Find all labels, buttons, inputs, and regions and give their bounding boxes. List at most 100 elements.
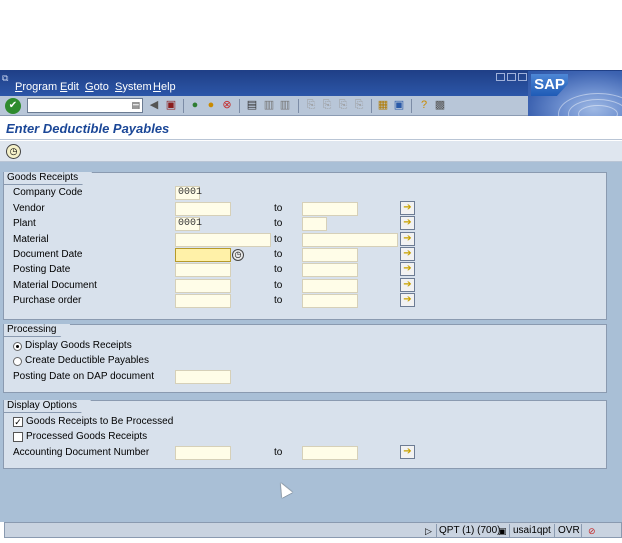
company-code-label: Company Code — [13, 187, 83, 198]
display-options-legend: Display Options — [4, 400, 91, 413]
command-dropdown-icon[interactable]: ▤ — [131, 100, 140, 111]
company-code-field[interactable]: 0001 — [175, 186, 202, 200]
find-next-icon[interactable]: ▥ — [278, 98, 292, 113]
posting-date-label: Posting Date — [13, 264, 71, 275]
document-date-to-label: to — [274, 249, 283, 260]
document-date-to-field[interactable] — [302, 248, 358, 262]
vendor-to-field[interactable] — [302, 202, 358, 216]
posting-date-to-field[interactable] — [302, 263, 358, 277]
goods-receipts-to-be-processed-checkbox[interactable]: ✓ — [13, 417, 23, 427]
material-multiple-selection-icon[interactable]: ➔ — [400, 232, 415, 246]
plant-from-field[interactable]: 0001 — [175, 217, 202, 231]
shortcut-icon[interactable]: ▣ — [392, 98, 406, 113]
work-area: Goods Receipts Company Code 0001 Vendor … — [0, 162, 622, 522]
command-field[interactable]: ▤ — [27, 98, 143, 113]
minimize-icon[interactable] — [496, 73, 505, 81]
print-icon[interactable]: ▤ — [245, 98, 259, 113]
display-goods-receipts-radio[interactable] — [13, 342, 22, 351]
plant-multiple-selection-icon[interactable]: ➔ — [400, 216, 415, 230]
exit-icon[interactable]: ● — [204, 98, 218, 113]
menu-program[interactable]: Program — [15, 81, 57, 93]
plant-to-field[interactable] — [302, 217, 327, 231]
input-mode[interactable]: OVR — [558, 525, 580, 537]
accounting-document-to-field[interactable] — [302, 446, 358, 460]
display-goods-receipts-label: Display Goods Receipts — [25, 340, 132, 351]
document-date-from-field[interactable] — [175, 248, 231, 262]
next-page-icon[interactable]: ⎘ — [336, 98, 350, 113]
system-toolbar: ✔ ▤ ◀ ▣ ● ● ⊗ ▤ ▥ ▥ ⎘ ⎘ ⎘ ⎘ ▦ ▣ ? ▩ — [0, 96, 528, 116]
processed-goods-receipts-checkbox[interactable] — [13, 432, 23, 442]
last-page-icon[interactable]: ⎘ — [352, 98, 366, 113]
back-icon[interactable]: ● — [188, 98, 202, 113]
first-page-icon[interactable]: ⎘ — [304, 98, 318, 113]
find-icon[interactable]: ▥ — [262, 98, 276, 113]
purchase-order-label: Purchase order — [13, 295, 82, 306]
material-document-to-label: to — [274, 280, 283, 291]
purchase-order-to-label: to — [274, 295, 283, 306]
new-session-icon[interactable]: ▦ — [376, 98, 390, 113]
vendor-from-field[interactable] — [175, 202, 231, 216]
save-icon[interactable]: ▣ — [164, 98, 178, 113]
execute-icon[interactable]: ◷ — [6, 144, 21, 159]
create-deductible-payables-label: Create Deductible Payables — [25, 355, 149, 366]
menu-help[interactable]: Help — [153, 81, 176, 93]
lock-icon: ⊘ — [588, 526, 596, 536]
material-label: Material — [13, 234, 49, 245]
previous-page-icon[interactable]: ⎘ — [320, 98, 334, 113]
accounting-document-from-field[interactable] — [175, 446, 231, 460]
processed-goods-receipts-label: Processed Goods Receipts — [26, 431, 148, 442]
posting-date-from-field[interactable] — [175, 263, 231, 277]
posting-date-to-label: to — [274, 264, 283, 275]
menu-edit[interactable]: Edit — [60, 81, 79, 93]
accounting-document-to-label: to — [274, 447, 283, 458]
material-document-from-field[interactable] — [175, 279, 231, 293]
status-bar: ▷ QPT (1) (700) ▣ usai1qpt OVR ⊘ — [4, 522, 622, 538]
document-date-label: Document Date — [13, 249, 83, 260]
purchase-order-multiple-selection-icon[interactable]: ➔ — [400, 293, 415, 307]
plant-to-label: to — [274, 218, 283, 229]
page-title: Enter Deductible Payables — [6, 121, 170, 136]
server-icon: ▣ — [498, 526, 507, 536]
material-document-multiple-selection-icon[interactable]: ➔ — [400, 278, 415, 292]
processing-legend: Processing — [4, 324, 70, 337]
back-arrow-icon[interactable]: ◀ — [147, 98, 161, 113]
calendar-help-icon[interactable]: ◷ — [232, 249, 244, 261]
vendor-label: Vendor — [13, 203, 45, 214]
posting-date-dap-label: Posting Date on DAP document — [13, 371, 155, 382]
processing-group: Processing Display Goods Receipts Create… — [3, 324, 607, 393]
plant-label: Plant — [13, 218, 36, 229]
help-icon[interactable]: ? — [417, 98, 431, 113]
menu-system[interactable]: System — [115, 81, 152, 93]
close-window-icon[interactable] — [518, 73, 527, 81]
vendor-multiple-selection-icon[interactable]: ➔ — [400, 201, 415, 215]
material-document-label: Material Document — [13, 280, 97, 291]
material-from-field[interactable] — [175, 233, 271, 247]
cancel-icon[interactable]: ⊗ — [220, 98, 234, 113]
material-to-field[interactable] — [302, 233, 398, 247]
display-options-group: Display Options ✓ Goods Receipts to Be P… — [3, 400, 607, 469]
posting-date-multiple-selection-icon[interactable]: ➔ — [400, 262, 415, 276]
menu-goto[interactable]: Goto — [85, 81, 109, 93]
mouse-cursor-icon — [275, 480, 293, 498]
goods-receipts-group: Goods Receipts Company Code 0001 Vendor … — [3, 172, 607, 320]
maximize-icon[interactable] — [507, 73, 516, 81]
check-icon[interactable]: ✔ — [5, 98, 21, 114]
application-toolbar: ◷ — [0, 141, 622, 162]
material-document-to-field[interactable] — [302, 279, 358, 293]
goods-receipts-legend: Goods Receipts — [4, 172, 92, 185]
system-info[interactable]: QPT (1) (700) — [439, 525, 501, 537]
status-expand-icon[interactable]: ▷ — [425, 525, 432, 537]
posting-date-dap-field[interactable] — [175, 370, 231, 384]
window-icon[interactable]: ⧉ — [2, 73, 8, 84]
title-bar: Enter Deductible Payables — [0, 116, 622, 140]
purchase-order-from-field[interactable] — [175, 294, 231, 308]
purchase-order-to-field[interactable] — [302, 294, 358, 308]
create-deductible-payables-radio[interactable] — [13, 357, 22, 366]
goods-receipts-to-be-processed-label: Goods Receipts to Be Processed — [26, 416, 174, 427]
accounting-document-multiple-selection-icon[interactable]: ➔ — [400, 445, 415, 459]
vendor-to-label: to — [274, 203, 283, 214]
material-to-label: to — [274, 234, 283, 245]
customize-layout-icon[interactable]: ▩ — [433, 98, 447, 113]
server-name: usai1qpt — [513, 525, 551, 536]
document-date-multiple-selection-icon[interactable]: ➔ — [400, 247, 415, 261]
